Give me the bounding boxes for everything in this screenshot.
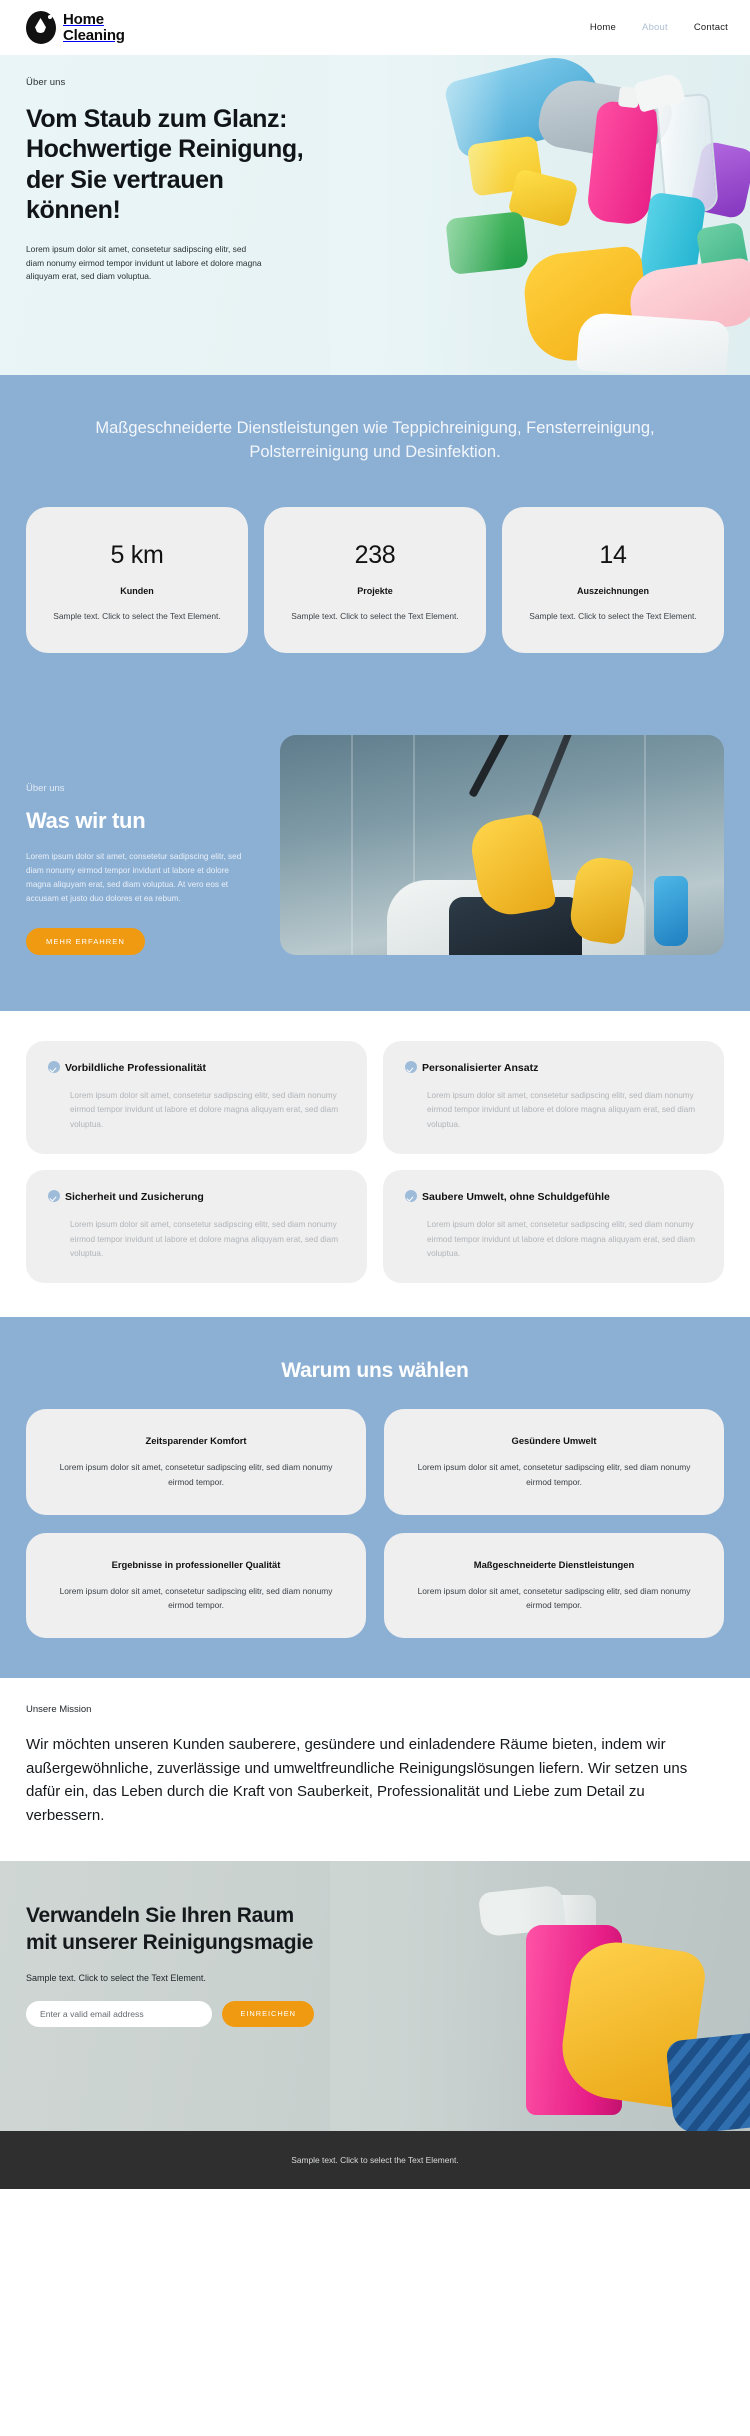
brand-name: Home Cleaning	[63, 12, 125, 43]
why-card[interactable]: Gesündere Umwelt Lorem ipsum dolor sit a…	[384, 1409, 724, 1515]
feature-paragraph: Lorem ipsum dolor sit amet, consetetur s…	[427, 1220, 696, 1259]
why-card[interactable]: Ergebnisse in professioneller Qualität L…	[26, 1532, 366, 1639]
hero-cleaning-supplies-image	[330, 55, 750, 375]
stat-label: Auszeichnungen	[576, 585, 649, 596]
hero-content: Über uns Vom Staub zum Glanz: Hochwertig…	[0, 55, 330, 284]
submit-button[interactable]: EINREICHEN	[222, 2000, 314, 2027]
cta-content: Verwandeln Sie Ihren Raum mit unserer Re…	[0, 1861, 340, 2027]
feature-paragraph: Lorem ipsum dolor sit amet, consetetur s…	[427, 1091, 696, 1129]
feature-title-text: Personalisierter Ansatz	[422, 1061, 539, 1074]
main-nav: Home About Contact	[590, 22, 728, 33]
feature-title: Saubere Umwelt, ohne Schuldgefühle	[405, 1190, 702, 1204]
stat-label: Kunden	[120, 585, 154, 596]
hero-paragraph: Lorem ipsum dolor sit amet, consetetur s…	[26, 244, 262, 282]
nav-item-contact[interactable]: Contact	[694, 22, 728, 33]
nav-item-about[interactable]: About	[642, 22, 668, 33]
stat-card[interactable]: 14 Auszeichnungen Sample text. Click to …	[502, 506, 724, 653]
feature-title: Sicherheit und Zusicherung	[48, 1190, 345, 1204]
about-paragraph: Lorem ipsum dolor sit amet, consetetur s…	[26, 851, 242, 903]
cta-subtitle: Sample text. Click to select the Text El…	[26, 1972, 206, 1983]
newsletter-form: EINREICHEN	[26, 2000, 314, 2027]
feature-card[interactable]: Sicherheit und Zusicherung Lorem ipsum d…	[26, 1170, 367, 1284]
why-card-paragraph: Lorem ipsum dolor sit amet, consetetur s…	[417, 1462, 691, 1487]
feature-title: Personalisierter Ansatz	[405, 1060, 702, 1075]
check-circle-icon	[405, 1060, 417, 1073]
hero-eyebrow: Über uns	[26, 77, 66, 88]
feature-paragraph: Lorem ipsum dolor sit amet, consetetur s…	[70, 1091, 339, 1129]
stat-label: Projekte	[357, 585, 393, 596]
stat-description: Sample text. Click to select the Text El…	[529, 610, 697, 621]
cta-title: Verwandeln Sie Ihren Raum mit unserer Re…	[26, 1904, 314, 1954]
stat-description: Sample text. Click to select the Text El…	[291, 610, 459, 621]
why-card[interactable]: Maßgeschneiderte Dienstleistungen Lorem …	[384, 1532, 724, 1639]
mission-eyebrow: Unsere Mission	[26, 1704, 92, 1716]
why-card-title: Gesündere Umwelt	[511, 1435, 597, 1447]
feature-card[interactable]: Vorbildliche Professionalität Lorem ipsu…	[26, 1040, 367, 1155]
stat-card[interactable]: 238 Projekte Sample text. Click to selec…	[264, 506, 486, 653]
stat-card[interactable]: 5 km Kunden Sample text. Click to select…	[26, 506, 248, 653]
why-choose-us-section: Warum uns wählen Zeitsparender Komfort L…	[0, 1317, 750, 1679]
cta-section: Verwandeln Sie Ihren Raum mit unserer Re…	[0, 1861, 750, 2132]
check-circle-icon	[48, 1190, 60, 1203]
check-circle-icon	[405, 1190, 417, 1203]
feature-card[interactable]: Saubere Umwelt, ohne Schuldgefühle Lorem…	[383, 1170, 724, 1284]
why-card-paragraph: Lorem ipsum dolor sit amet, consetetur s…	[417, 1585, 691, 1611]
hero-image-fade-overlay	[330, 55, 750, 375]
window-streak	[644, 734, 647, 955]
site-header: Home Cleaning Home About Contact	[0, 0, 750, 55]
stat-description: Sample text. Click to select the Text El…	[53, 610, 221, 621]
email-input[interactable]	[26, 2000, 213, 2027]
why-card-title: Zeitsparender Komfort	[145, 1435, 247, 1447]
why-card-paragraph: Lorem ipsum dolor sit amet, consetetur s…	[59, 1585, 333, 1611]
mission-section: Unsere Mission Wir möchten unseren Kunde…	[0, 1678, 750, 1862]
why-choose-us-title: Warum uns wählen	[281, 1359, 469, 1383]
cta-image-fade-overlay	[330, 1861, 750, 2132]
about-content: Über uns Was wir tun Lorem ipsum dolor s…	[26, 735, 256, 955]
footer-text: Sample text. Click to select the Text El…	[291, 2155, 459, 2166]
learn-more-button[interactable]: MEHR ERFAHREN	[26, 927, 145, 955]
site-footer: Sample text. Click to select the Text El…	[0, 2131, 750, 2190]
mission-paragraph: Wir möchten unseren Kunden sauberere, ge…	[26, 1736, 688, 1824]
nav-item-home[interactable]: Home	[590, 22, 616, 33]
squeegee-head-shape	[468, 734, 532, 798]
brand-name-line2: Cleaning	[63, 26, 125, 44]
window-streak	[351, 734, 354, 955]
window-cleaning-image	[280, 734, 724, 955]
services-headline: Maßgeschneiderte Dienstleistungen wie Te…	[95, 419, 655, 461]
services-section: Maßgeschneiderte Dienstleistungen wie Te…	[0, 375, 750, 715]
why-card-paragraph: Lorem ipsum dolor sit amet, consetetur s…	[59, 1462, 333, 1487]
cta-spray-bottle-image	[330, 1861, 750, 2132]
about-section: Über uns Was wir tun Lorem ipsum dolor s…	[0, 714, 750, 1011]
why-card[interactable]: Zeitsparender Komfort Lorem ipsum dolor …	[26, 1409, 366, 1515]
hero-title: Vom Staub zum Glanz: Hochwertige Reinigu…	[26, 105, 304, 224]
why-card-title: Ergebnisse in professioneller Qualität	[111, 1558, 281, 1570]
blue-spray-bottle-shape	[654, 875, 689, 946]
feature-title-text: Saubere Umwelt, ohne Schuldgefühle	[422, 1191, 610, 1204]
check-circle-icon	[48, 1060, 60, 1073]
about-title: Was wir tun	[26, 807, 146, 833]
feature-title-text: Vorbildliche Professionalität	[65, 1061, 207, 1074]
water-drop-logo-icon	[26, 11, 56, 44]
stats-row: 5 km Kunden Sample text. Click to select…	[0, 465, 750, 653]
hero-section: Über uns Vom Staub zum Glanz: Hochwertig…	[0, 55, 750, 375]
feature-paragraph: Lorem ipsum dolor sit amet, consetetur s…	[70, 1220, 339, 1259]
feature-card[interactable]: Personalisierter Ansatz Lorem ipsum dolo…	[383, 1040, 724, 1155]
stat-value: 14	[599, 540, 627, 569]
feature-title: Vorbildliche Professionalität	[48, 1060, 345, 1075]
feature-title-text: Sicherheit und Zusicherung	[65, 1191, 204, 1204]
brand-logo-link[interactable]: Home Cleaning	[26, 11, 125, 44]
features-section: Vorbildliche Professionalität Lorem ipsu…	[0, 1010, 750, 1318]
brand-name-line1: Home	[63, 10, 104, 28]
why-choose-us-grid: Zeitsparender Komfort Lorem ipsum dolor …	[26, 1409, 724, 1639]
stat-value: 238	[354, 540, 396, 569]
yellow-glove-shape	[567, 854, 635, 946]
stat-value: 5 km	[110, 540, 164, 569]
about-eyebrow: Über uns	[26, 782, 65, 794]
why-card-title: Maßgeschneiderte Dienstleistungen	[473, 1558, 635, 1570]
